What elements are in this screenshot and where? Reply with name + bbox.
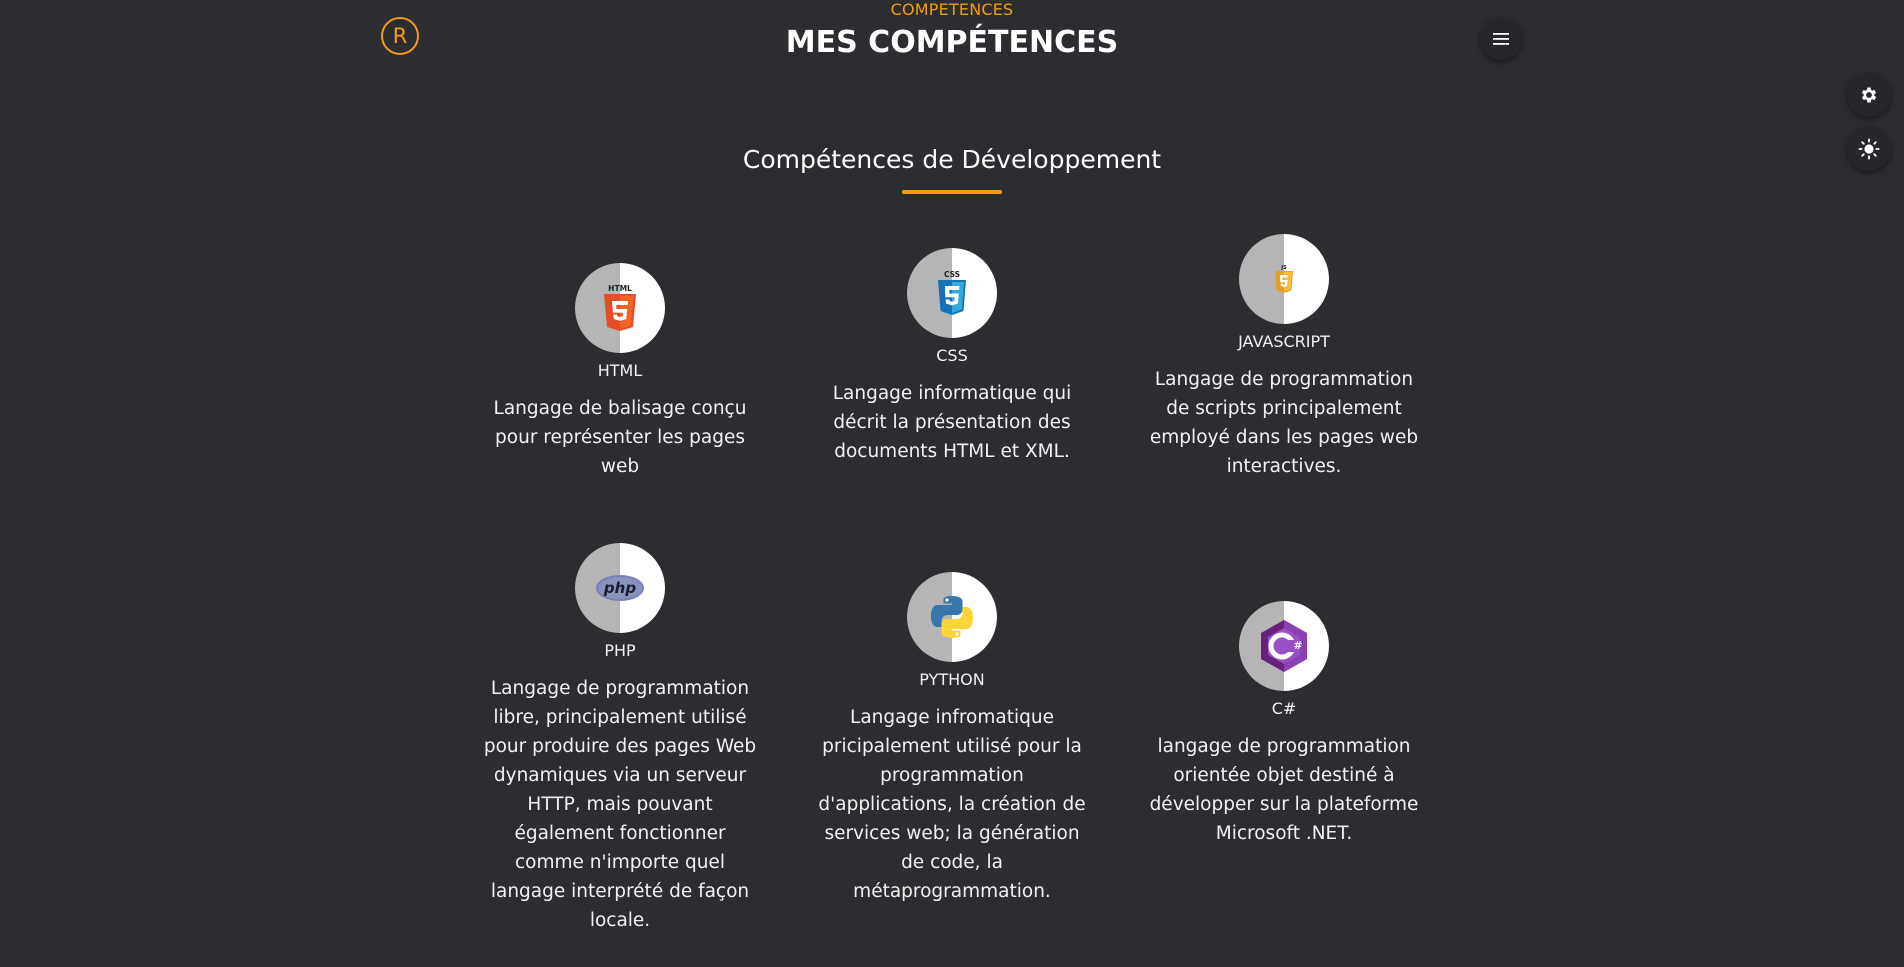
skill-icon-badge: [907, 572, 997, 662]
skill-name: CSS: [936, 346, 968, 365]
css3-icon: CSS: [938, 270, 966, 315]
skill-name: PYTHON: [919, 670, 985, 689]
menu-button[interactable]: [1480, 18, 1522, 60]
python-icon: [931, 596, 973, 638]
javascript-icon: JS: [1275, 265, 1293, 293]
gear-icon: [1861, 87, 1877, 103]
settings-button[interactable]: [1847, 73, 1891, 117]
skill-name: PHP: [604, 641, 636, 660]
svg-text:JS: JS: [1280, 265, 1287, 271]
section-eyebrow: COMPETENCES: [890, 0, 1014, 19]
skill-icon-badge: JS: [1239, 234, 1329, 324]
skill-card-html: HTML HTML Langage de balisage conçu pour…: [470, 263, 770, 481]
skill-description: Langage de programmation de scripts prin…: [1149, 369, 1419, 477]
section-title: Compétences de Développement: [742, 145, 1162, 174]
svg-text:#: #: [1293, 639, 1302, 652]
skill-description: Langage informatique qui décrit la prése…: [832, 383, 1072, 462]
svg-text:php: php: [603, 579, 636, 597]
section-title-underline: [902, 190, 1002, 194]
skill-description: Langage de programmation libre, principa…: [483, 678, 757, 931]
skill-card-css: CSS CSS Langage informatique qui décrit …: [802, 248, 1102, 466]
skill-icon-badge: #: [1239, 601, 1329, 691]
skill-icon-badge: CSS: [907, 248, 997, 338]
skill-name: JAVASCRIPT: [1238, 332, 1330, 351]
skill-card-csharp: # C# langage de programmation orientée o…: [1134, 601, 1434, 848]
skill-icon-badge: php: [575, 543, 665, 633]
csharp-icon: #: [1261, 620, 1307, 672]
skill-name: C#: [1271, 699, 1297, 718]
skill-icon-badge: HTML: [575, 263, 665, 353]
skill-description: Langage infromatique pricipalement utili…: [818, 707, 1086, 902]
page-title: MES COMPÉTENCES: [785, 25, 1119, 60]
svg-text:HTML: HTML: [608, 284, 632, 293]
svg-text:CSS: CSS: [944, 270, 960, 279]
page: R COMPETENCES MES COMPÉTENCES Compétence…: [0, 0, 1904, 967]
skill-card-php: php PHP Langage de programmation libre, …: [470, 543, 770, 935]
hamburger-menu-icon: [1493, 33, 1509, 45]
skill-description: langage de programmation orientée objet …: [1149, 736, 1419, 844]
skill-card-javascript: JS JAVASCRIPT Langage de programmation d…: [1134, 234, 1434, 481]
skill-name: HTML: [597, 361, 643, 380]
skill-description: Langage de balisage conçu pour représent…: [493, 398, 747, 477]
skill-card-python: PYTHON Langage infromatique pricipalemen…: [802, 572, 1102, 906]
html5-icon: HTML: [604, 284, 636, 331]
php-icon: php: [596, 575, 644, 601]
